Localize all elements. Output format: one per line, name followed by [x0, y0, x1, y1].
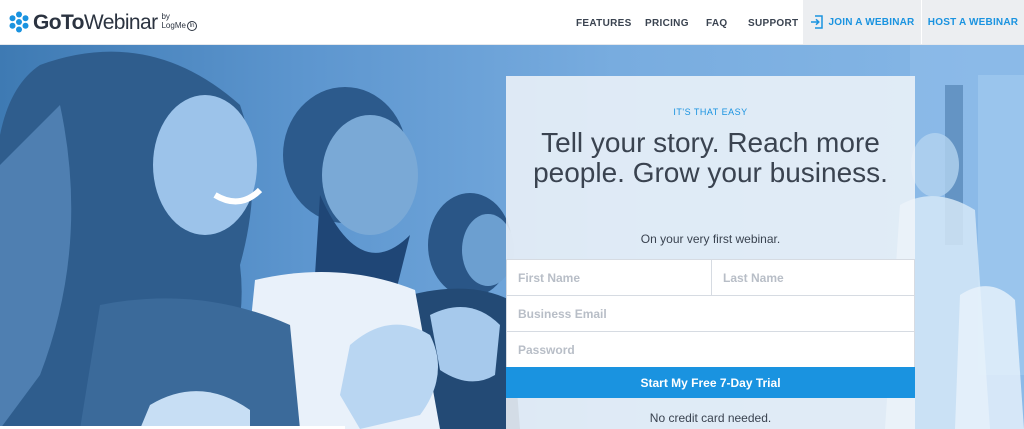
sign-in-icon: [810, 15, 823, 29]
host-webinar-label: HOST A WEBINAR: [927, 16, 1019, 28]
nav-faq[interactable]: FAQ: [706, 18, 727, 29]
business-email-field[interactable]: [506, 295, 915, 332]
logo-wordmark-light: Webinar: [83, 10, 158, 34]
gotowebinar-logo[interactable]: GoToWebinar by LogMe In: [8, 9, 197, 35]
nav-support[interactable]: SUPPORT: [748, 18, 798, 29]
signup-subline: On your very first webinar.: [640, 232, 781, 246]
join-webinar-button[interactable]: JOIN A WEBINAR: [803, 0, 921, 44]
logmein-mark: LogMe In: [161, 21, 197, 31]
top-navigation-bar: GoToWebinar by LogMe In FEATURES PRICING …: [0, 0, 1024, 45]
nav-pricing[interactable]: PRICING: [645, 18, 689, 29]
first-name-field[interactable]: [506, 259, 712, 296]
logo-by-text: by: [161, 12, 170, 21]
logmein-in-badge: In: [186, 21, 197, 31]
logmein-text: LogMe: [161, 21, 186, 30]
no-credit-card-note: No credit card needed.: [649, 411, 772, 425]
logo-wordmark: GoToWebinar: [33, 10, 158, 34]
goto-snowflake-icon: [9, 11, 29, 33]
signup-headline: Tell your story. Reach more people. Grow…: [533, 127, 888, 188]
logo-wordmark-bold: GoTo: [33, 10, 84, 34]
signup-card: IT'S THAT EASY Tell your story. Reach mo…: [506, 76, 915, 429]
last-name-field[interactable]: [711, 259, 915, 296]
start-free-trial-button[interactable]: Start My Free 7-Day Trial: [506, 367, 915, 398]
join-webinar-label: JOIN A WEBINAR: [828, 16, 915, 28]
signup-eyebrow: IT'S THAT EASY: [673, 107, 748, 117]
password-field[interactable]: [506, 331, 915, 368]
host-webinar-button[interactable]: HOST A WEBINAR: [922, 0, 1024, 44]
nav-features[interactable]: FEATURES: [576, 18, 632, 29]
logo-byline: by LogMe In: [161, 12, 197, 31]
